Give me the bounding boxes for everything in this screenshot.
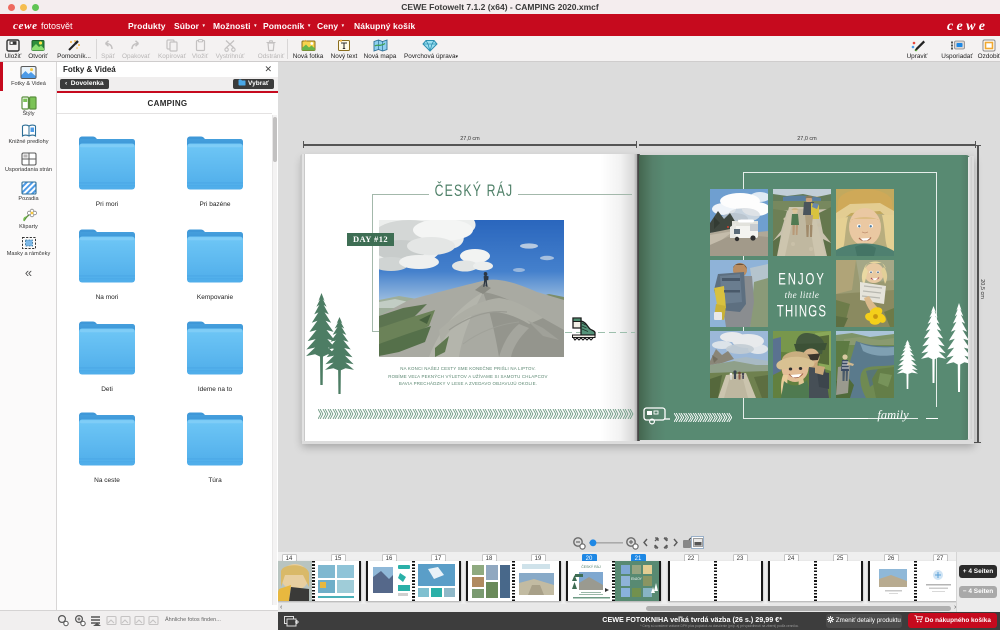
svg-text:cewe: cewe xyxy=(13,20,37,32)
svg-text:ENJOY: ENJOY xyxy=(631,577,643,581)
svg-text:ČESKÝ RÁJ: ČESKÝ RÁJ xyxy=(581,564,601,569)
svg-text:cewe: cewe xyxy=(947,19,985,34)
